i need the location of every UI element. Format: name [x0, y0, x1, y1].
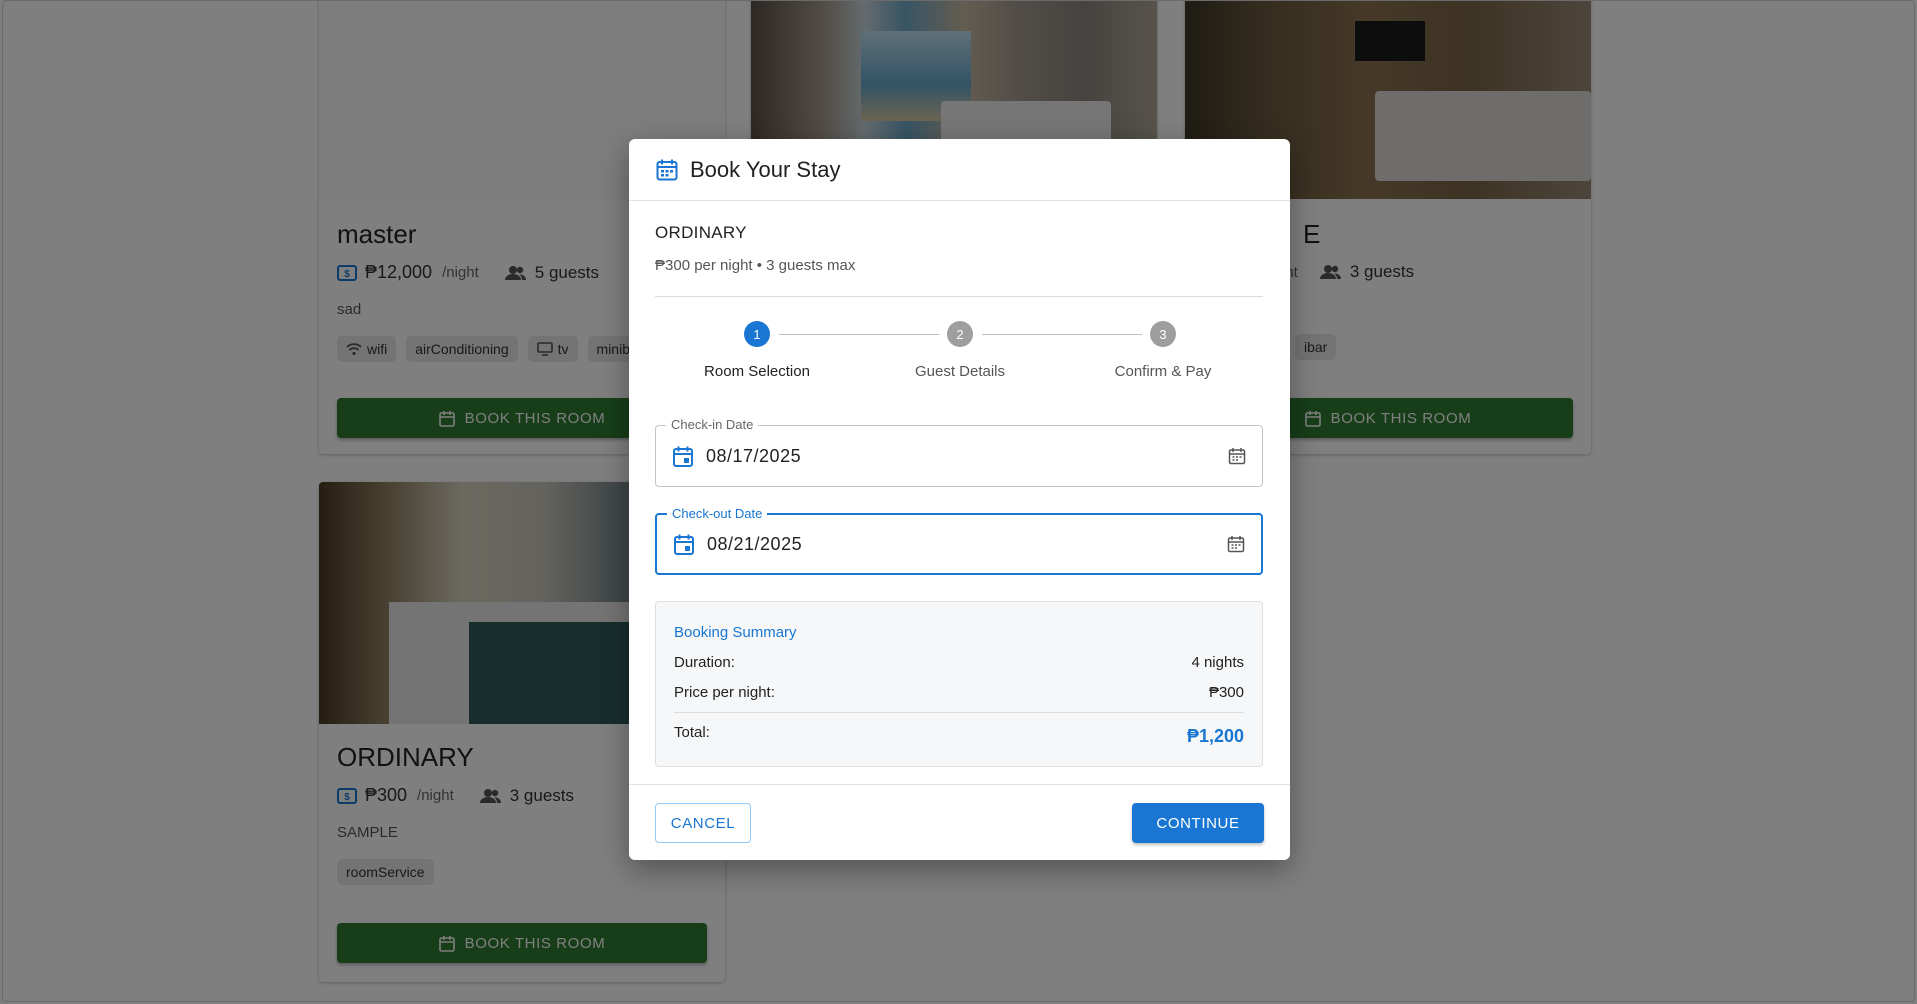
summary-duration-row: Duration: 4 nights — [674, 654, 1244, 671]
price-per-night-label: Price per night: — [674, 684, 775, 701]
checkin-date-field[interactable]: Check-in Date 08/17/2025 — [655, 417, 1263, 487]
event-icon — [672, 445, 694, 468]
dialog-header: Book Your Stay — [629, 139, 1290, 201]
checkout-date-field[interactable]: Check-out Date 08/21/2025 — [655, 506, 1263, 575]
event-icon — [673, 533, 695, 556]
step-label: Confirm & Pay — [1114, 363, 1212, 380]
step-number: 1 — [744, 321, 770, 347]
selected-room-name: ORDINARY — [655, 223, 747, 242]
checkin-date-value: 08/17/2025 — [706, 445, 802, 466]
total-value: ₱1,200 — [1186, 726, 1244, 746]
booking-summary: Booking Summary Duration: 4 nights Price… — [655, 601, 1263, 767]
booking-stepper: 1 Room Selection 2 Guest Details 3 Confi… — [655, 321, 1263, 391]
summary-divider — [674, 712, 1244, 713]
step-guest-details: 2 Guest Details — [860, 321, 1060, 380]
checkout-date-value: 08/21/2025 — [707, 533, 803, 554]
selected-room-subtitle: ₱300 per night • 3 guests max — [655, 257, 856, 274]
calendar-picker-icon[interactable] — [1227, 535, 1245, 553]
duration-value: 4 nights — [1191, 654, 1244, 671]
duration-label: Duration: — [674, 654, 735, 671]
step-confirm-pay: 3 Confirm & Pay — [1063, 321, 1263, 380]
divider — [655, 296, 1263, 297]
step-room-selection: 1 Room Selection — [657, 321, 857, 380]
summary-price-row: Price per night: ₱300 — [674, 684, 1244, 701]
cancel-button[interactable]: CANCEL — [655, 803, 751, 843]
price-per-night-value: ₱300 — [1208, 684, 1244, 701]
step-label: Guest Details — [914, 363, 1006, 380]
checkout-date-label: Check-out Date — [667, 506, 768, 521]
calendar-picker-icon[interactable] — [1228, 447, 1246, 465]
booking-dialog: Book Your Stay ORDINARY ₱300 per night •… — [629, 139, 1290, 860]
dialog-footer: CANCEL CONTINUE — [629, 784, 1290, 860]
summary-title: Booking Summary — [674, 624, 797, 641]
step-number: 2 — [947, 321, 973, 347]
calendar-icon — [656, 158, 678, 181]
continue-button[interactable]: CONTINUE — [1132, 803, 1264, 843]
step-number: 3 — [1150, 321, 1176, 347]
summary-total-row: Total: ₱1,200 — [674, 724, 1244, 747]
checkin-date-label: Check-in Date — [666, 417, 759, 432]
step-label: Room Selection — [704, 363, 810, 380]
total-label: Total: — [674, 724, 710, 741]
dialog-title: Book Your Stay — [690, 156, 841, 182]
